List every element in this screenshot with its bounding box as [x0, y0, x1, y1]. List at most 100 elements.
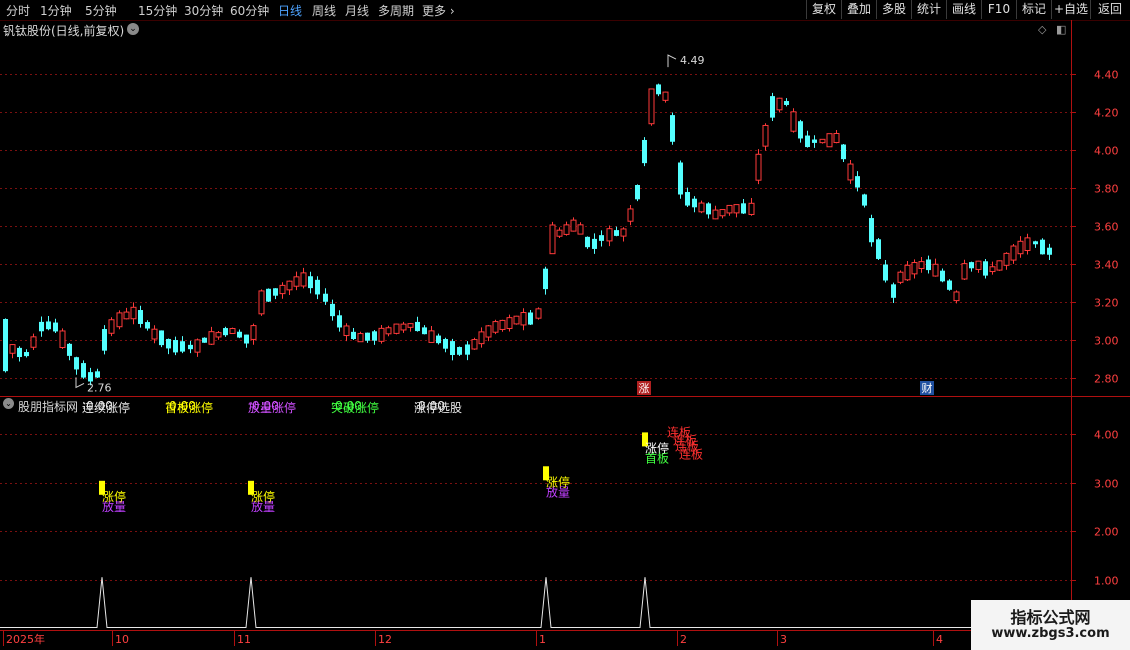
candle-body-up [400, 323, 407, 331]
candle-body-up [378, 327, 385, 342]
candle-body-down [24, 352, 29, 357]
candle-body-up [194, 339, 201, 353]
limit-up-spike-line [0, 577, 1071, 628]
candle-body-up [258, 290, 265, 315]
candle-body-down [180, 341, 185, 352]
price-axis-label: 3.00 [1094, 335, 1119, 348]
candle-body-up [556, 229, 563, 237]
candle-body-up [130, 306, 137, 320]
candle-body-down [869, 218, 874, 243]
candle-body-down [145, 322, 150, 329]
indicator-axis-label: 1.00 [1094, 575, 1119, 588]
candle-body-down [202, 337, 207, 343]
candle-body-down [656, 84, 661, 95]
candle-body-down [46, 321, 51, 330]
candle-body-down [337, 315, 342, 328]
candle-body-down [876, 239, 881, 259]
candle-body-down [1040, 239, 1045, 255]
candle-body-down [443, 339, 448, 349]
candle-body-up [961, 263, 968, 280]
candle-body-up [996, 260, 1003, 271]
candle-body-down [635, 185, 640, 200]
candle-body-up [300, 272, 307, 287]
candle-body-up [606, 228, 613, 242]
candle-body-down [812, 139, 817, 143]
field-value: 0.00 [252, 399, 279, 413]
candle-body-up [577, 224, 584, 235]
candle-body-down [706, 203, 711, 215]
candle-body-down [528, 312, 533, 325]
candle-body-up [662, 91, 669, 101]
price-axis-label: 3.20 [1094, 297, 1119, 310]
watermark-title: 指标公式网 [1010, 608, 1091, 627]
candle-body-up [819, 138, 826, 144]
candle-body-down [53, 322, 58, 332]
candle-body-down [372, 331, 377, 341]
candle-body-up [428, 330, 435, 343]
candle-body-up [293, 276, 300, 287]
candle-body-up [30, 336, 37, 348]
candle-body-down [17, 347, 22, 358]
time-axis: 2025年 10 11 12 1 2 3 4 [3, 631, 943, 646]
indicator-axis-label: 3.00 [1094, 478, 1119, 491]
candle-body-down [855, 176, 860, 188]
field-value: 0.00 [169, 399, 196, 413]
signal-label: 放量 [546, 484, 570, 499]
candle-body-down [422, 327, 427, 335]
candle-body-up [151, 328, 158, 340]
indicator-menu-icon[interactable]: ⌄ [3, 398, 14, 409]
indicator-header: ⌄ 股朋指标网 连续涨停: 0.00 首板涨停: 0.00 放量涨停: 0.00… [0, 397, 1070, 415]
time-axis-label: 11 [237, 633, 251, 646]
candle-body-up [648, 88, 655, 125]
indicator-signals: 涨停放量涨停放量涨停放量涨停首板连板连板连板连板 [0, 424, 1071, 628]
candle-body-up [506, 317, 513, 329]
candle-body-down [1047, 247, 1052, 255]
candle-body-up [478, 331, 485, 345]
candle-body-down [39, 321, 44, 332]
candle-body-down [670, 115, 675, 142]
candle-body-down [436, 335, 441, 344]
candle-body-down [67, 343, 72, 356]
candle-body-down [415, 321, 420, 332]
candle-body-up [833, 133, 840, 144]
low-price-label: 2.76 [87, 381, 112, 394]
high-price-label: 4.49 [680, 54, 705, 67]
candle-body-down [599, 235, 604, 241]
candle-body-up [790, 111, 797, 132]
candle-body-up [513, 315, 520, 325]
signal-label: 放量 [251, 499, 275, 514]
high-pointer [667, 54, 677, 68]
candle-body-up [570, 219, 577, 232]
candle-body-up [698, 202, 705, 213]
candle-body-up [989, 266, 996, 273]
candle-body-up [762, 124, 769, 147]
signal-label: 连板 [679, 446, 703, 461]
candle-body-down [237, 331, 242, 338]
candle-body-down [983, 261, 988, 276]
candle-body-down [351, 331, 356, 340]
candle-body-up [975, 260, 982, 270]
candle-body-down [188, 344, 193, 350]
time-axis-label: 4 [936, 633, 943, 646]
candle-body-up [776, 97, 783, 111]
time-axis-label: 1 [539, 633, 546, 646]
candle-body-down [947, 280, 952, 290]
candle-body-down [323, 293, 328, 302]
candle-body-down [798, 121, 803, 139]
candle-body-up [385, 327, 392, 335]
indicator-field-1: 首板涨停: 0.00 [165, 398, 214, 415]
candle-body-down [678, 162, 683, 195]
candle-body-up [911, 262, 918, 275]
marker-label: 财 [922, 381, 933, 395]
price-axis-label: 3.60 [1094, 221, 1119, 234]
candle-body-down [805, 135, 810, 148]
candle-body-up [499, 319, 506, 330]
candle-body-up [286, 280, 293, 291]
main-annotations: 4.49 2.76 涨 财 [75, 54, 934, 395]
candle-body-up [123, 311, 130, 320]
time-axis-label: 10 [115, 633, 129, 646]
candle-body-up [357, 333, 364, 343]
kline-chart[interactable]: 4.40 4.20 4.00 3.80 3.60 3.40 3.20 3.00 2.80 4.4… [0, 0, 1130, 650]
candle-body-down [315, 279, 320, 295]
candle-body-down [614, 230, 619, 236]
